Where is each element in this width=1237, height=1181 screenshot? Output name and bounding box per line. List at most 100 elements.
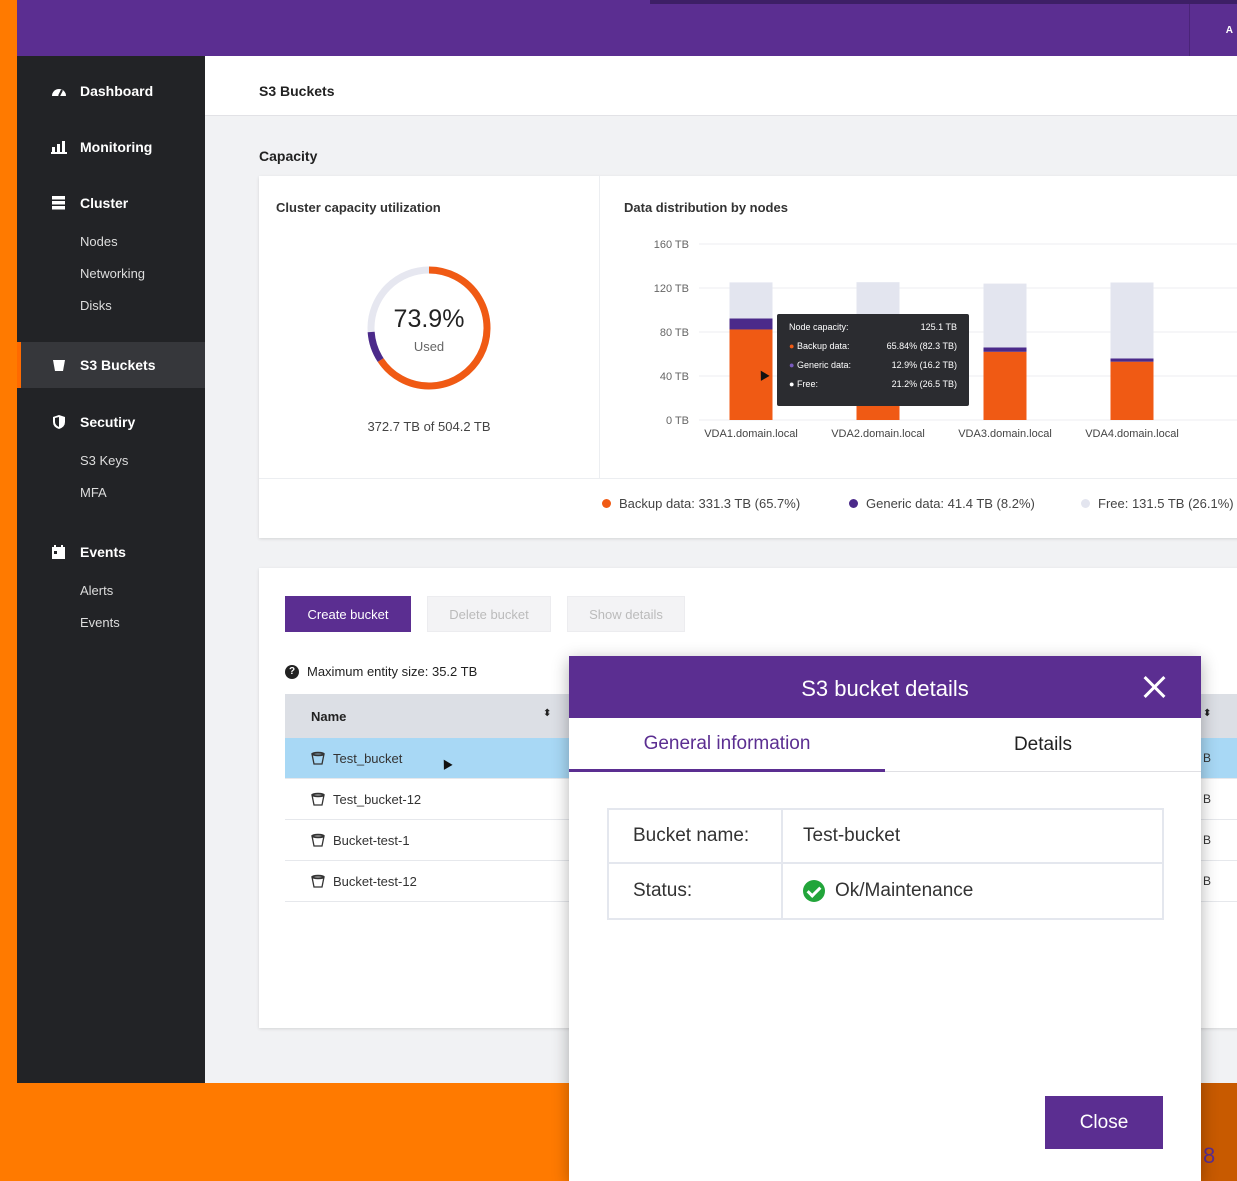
modal-header: S3 bucket details [569,656,1201,718]
bar-segment[interactable] [983,347,1027,352]
bar-segment[interactable] [983,283,1027,348]
events-icon [52,545,65,559]
y-tick-label: 80 TB [660,327,689,339]
sidebar-item-label: S3 Buckets [80,357,156,373]
bucket-icon [311,751,325,765]
bucket-name: Bucket-test-1 [333,832,410,848]
capacity-footer-divider [259,478,1237,479]
details-row: Status: Ok/Maintenance [609,864,1162,918]
bar-segment[interactable] [729,282,773,319]
status-text: Ok/Maintenance [835,880,974,901]
y-tick-label: 0 TB [666,415,689,427]
legend-dot [849,499,858,508]
sidebar-item-label: Monitoring [80,139,153,155]
distribution-title: Data distribution by nodes [624,200,788,215]
tooltip-label: ● Generic data: [789,360,851,379]
bar-segment[interactable] [1110,361,1154,420]
details-key: Status: [609,864,783,918]
delete-bucket-button[interactable]: Delete bucket [427,596,551,632]
bucket-name: Bucket-test-12 [333,873,417,889]
y-tick-label: 120 TB [654,283,689,295]
tooltip-row: ● Backup data: 65.84% (82.3 TB) [789,341,957,360]
capacity-title: Cluster capacity utilization [276,200,441,215]
info-icon: ? [285,664,299,679]
legend-backup: Backup data: 331.3 TB (65.7%) [602,496,800,511]
details-key: Bucket name: [609,810,783,862]
check-circle-icon [803,880,825,902]
details-row: Bucket name: Test-bucket [609,810,1162,864]
top-bar-strip [650,0,1237,4]
details-value-status: Ok/Maintenance [783,864,973,918]
sidebar-item-label: Cluster [80,195,129,211]
legend-dot [1081,499,1090,508]
tooltip-value: 12.9% (16.2 TB) [891,360,957,370]
sidebar-item-alerts[interactable]: Alerts [80,583,113,598]
tooltip-dot: ● [789,341,797,351]
details-value: Test-bucket [803,825,901,846]
legend-label: Backup data: 331.3 TB (65.7%) [619,496,801,511]
legend-dot [602,499,611,508]
sidebar-item-label: Dashboard [80,83,154,99]
dashboard-icon [52,89,66,97]
tooltip-label: ● Backup data: [789,341,849,360]
sidebar-item-s3-keys[interactable]: S3 Keys [80,453,128,468]
sidebar-item-events-sub[interactable]: Events [80,615,120,630]
tab-general-information[interactable]: General information [569,718,885,772]
close-button[interactable]: Close [1045,1096,1163,1149]
row-tail: B [1203,751,1212,765]
sort-icon[interactable]: ⬍ [543,708,551,719]
bucket-name: Test_bucket-12 [333,791,422,807]
sidebar-item-cluster[interactable]: Cluster [17,181,205,225]
capacity-card: Cluster capacity utilization 73.9% Used … [259,176,1237,538]
shield-icon [53,415,65,429]
sidebar-item-label: Secutiry [80,414,136,430]
max-entity-size-text: Maximum entity size: 35.2 TB [307,664,478,679]
x-tick-label: VDA2.domain.local [831,428,925,440]
capacity-divider [599,176,600,478]
bar-segment[interactable] [1110,282,1154,359]
sort-icon[interactable]: ⬍ [1203,708,1211,719]
y-tick-label: 40 TB [660,371,689,383]
bar-segment[interactable] [1110,358,1154,362]
bar-segment[interactable] [983,351,1027,420]
bucket-icon [311,833,325,847]
sidebar-item-dashboard[interactable]: Dashboard [17,69,205,113]
sidebar-item-label: Events [80,544,126,560]
x-tick-label: VDA3.domain.local [958,428,1052,440]
sidebar-item-disks[interactable]: Disks [80,298,112,313]
bucket-name: Test_bucket [333,750,403,766]
tooltip-label-text: Free: [796,379,818,389]
close-icon[interactable] [1141,674,1167,700]
page-number: 8 [1203,1143,1216,1168]
tooltip-value: 125.1 TB [920,322,957,332]
bar-segment[interactable] [729,318,773,330]
top-bar-corner-label: A [1225,24,1233,36]
chart-tooltip: Node capacity: 125.1 TB ● Backup data: 65.… [777,314,969,406]
x-tick-label: VDA4.domain.local [1085,428,1179,440]
sidebar-item-nodes[interactable]: Nodes [80,234,118,249]
sidebar-item-s3-buckets[interactable]: S3 Buckets [17,342,205,388]
top-bar-corner[interactable]: A [1189,4,1237,56]
legend-free: Free: 131.5 TB (26.1%) [1081,496,1234,511]
tooltip-label: Node capacity: [789,322,849,332]
sidebar-item-security[interactable]: Secutiry [17,400,205,444]
sidebar-item-monitoring[interactable]: Monitoring [17,125,205,169]
details-table: Bucket name: Test-bucket Status: Ok/Main… [607,808,1164,920]
sidebar-item-mfa[interactable]: MFA [80,485,107,500]
tooltip-value: 65.84% (82.3 TB) [886,341,957,351]
show-details-button[interactable]: Show details [567,596,685,632]
tooltip-row: Node capacity: 125.1 TB [789,322,957,341]
sidebar-item-networking[interactable]: Networking [80,266,145,281]
capacity-total: 372.7 TB of 504.2 TB [367,419,491,434]
section-title: Capacity [259,148,318,164]
legend-label: Free: 131.5 TB (26.1%) [1098,496,1234,511]
tab-details[interactable]: Details [885,718,1201,772]
capacity-percent: 73.9% [393,305,465,333]
tooltip-value: 21.2% (26.5 TB) [891,379,957,389]
max-entity-size: ? Maximum entity size: 35.2 TB [285,664,477,679]
sidebar: Dashboard Monitoring Cluster Nodes Netwo… [17,56,205,1083]
create-bucket-button[interactable]: Create bucket [285,596,411,632]
bucket-icon [311,874,325,888]
top-bar: A [17,0,1237,56]
sidebar-item-events[interactable]: Events [17,530,205,574]
